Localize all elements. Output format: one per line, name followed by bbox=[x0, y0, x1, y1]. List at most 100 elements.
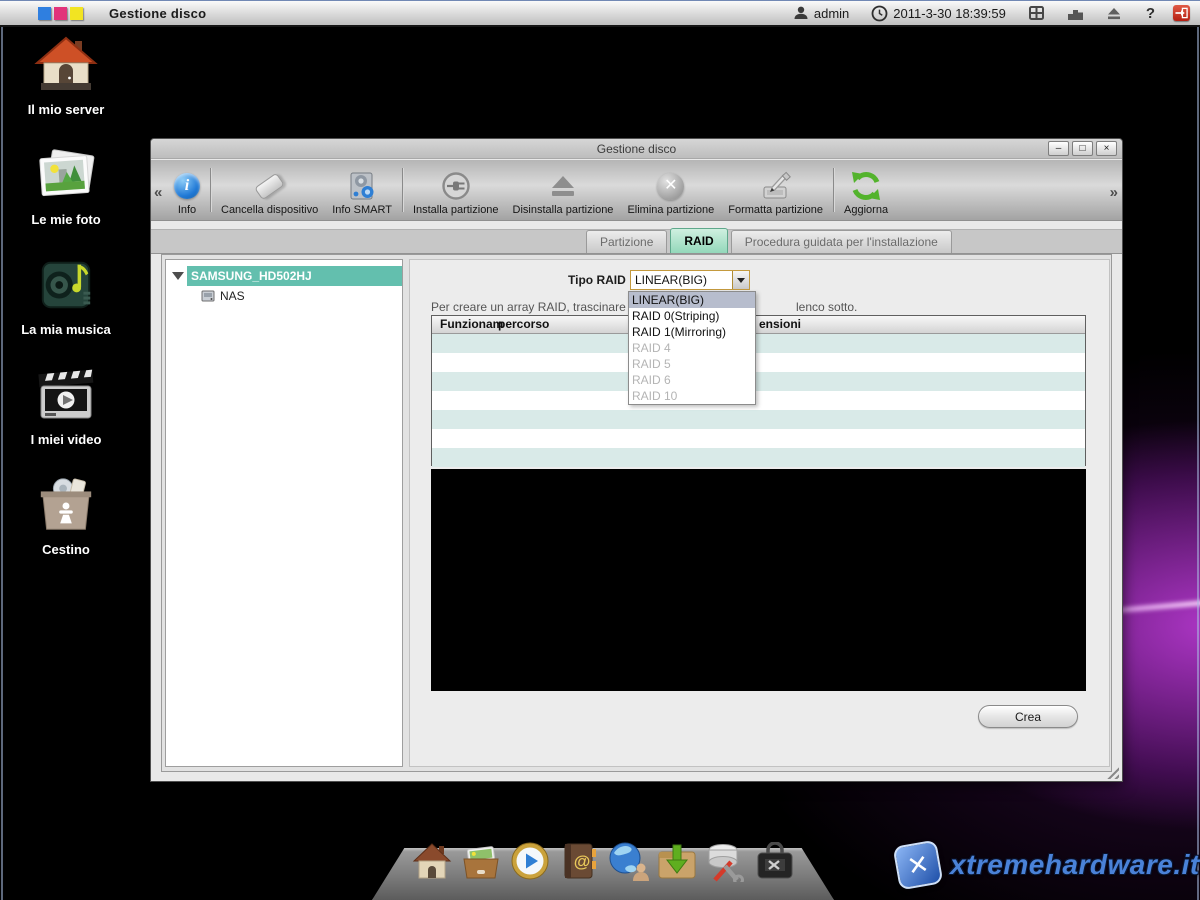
apps-grid-icon bbox=[1028, 5, 1045, 21]
table-row bbox=[432, 334, 1085, 353]
logout-icon bbox=[1175, 7, 1188, 19]
table-header-row: Funzionam percorso ensioni bbox=[432, 316, 1085, 334]
toolbar-button-info[interactable]: i Info bbox=[167, 163, 207, 217]
podium-icon bbox=[1067, 6, 1084, 21]
desktop-icon-my-server[interactable]: Il mio server bbox=[10, 30, 122, 140]
dock: @ bbox=[372, 848, 834, 900]
svg-text:@: @ bbox=[574, 852, 591, 871]
dropdown-option-linear-big[interactable]: LINEAR(BIG) bbox=[629, 292, 755, 308]
toolbar-separator bbox=[402, 168, 403, 212]
toolbar-button-info-smart[interactable]: Info SMART bbox=[325, 163, 399, 217]
dock-item-address-book[interactable]: @ bbox=[557, 838, 601, 882]
toolbar-button-elimina-partizione[interactable]: ✕ Elimina partizione bbox=[620, 163, 721, 217]
toolbar-button-disinstalla-partizione[interactable]: Disinstalla partizione bbox=[506, 163, 621, 217]
toolbar-button-formatta-partizione[interactable]: Formatta partizione bbox=[721, 163, 830, 217]
toolbar-button-installa-partizione[interactable]: Installa partizione bbox=[406, 163, 506, 217]
table-row bbox=[432, 448, 1085, 467]
toolbar: « » i Info Cancella dispositivo Info SMA… bbox=[151, 160, 1122, 221]
datetime: 2011-3-30 18:39:59 bbox=[893, 6, 1006, 21]
raid-type-select[interactable]: LINEAR(BIG) bbox=[630, 270, 750, 290]
desktop-icon-my-music[interactable]: La mia musica bbox=[10, 250, 122, 360]
dock-item-home[interactable] bbox=[410, 838, 454, 882]
create-button[interactable]: Crea bbox=[978, 705, 1078, 728]
dock-item-toolbox[interactable] bbox=[753, 838, 797, 882]
disk-utility-icon bbox=[705, 840, 747, 882]
minimize-button[interactable]: – bbox=[1048, 141, 1069, 156]
window-titlebar[interactable]: Gestione disco – □ × bbox=[151, 139, 1122, 159]
user-icon bbox=[793, 5, 809, 21]
raid-type-label: Tipo RAID bbox=[568, 273, 626, 287]
dropdown-option-raid0[interactable]: RAID 0(Striping) bbox=[629, 308, 755, 324]
download-folder-icon bbox=[656, 842, 698, 882]
desktop-icon-label: La mia musica bbox=[21, 322, 111, 337]
home-icon bbox=[411, 842, 453, 882]
dock-item-photo-box[interactable] bbox=[459, 838, 503, 882]
music-icon bbox=[33, 250, 99, 320]
device-tree-panel: SAMSUNG_HD502HJ NAS bbox=[165, 259, 403, 767]
help-button[interactable]: ? bbox=[1138, 5, 1163, 22]
desktop-icon-column: Il mio server Le mie foto La mia musica … bbox=[10, 30, 122, 580]
info-icon: i bbox=[174, 173, 200, 199]
raid-panel: Tipo RAID LINEAR(BIG) LINEAR(BIG) RAID 0… bbox=[409, 259, 1110, 767]
disk-icon bbox=[200, 288, 216, 304]
photos-icon bbox=[33, 140, 99, 210]
eraser-icon bbox=[254, 172, 285, 200]
maximize-button[interactable]: □ bbox=[1072, 141, 1093, 156]
trash-icon bbox=[33, 470, 99, 540]
desktop-icon-my-photos[interactable]: Le mie foto bbox=[10, 140, 122, 250]
desktop-icon-my-videos[interactable]: I miei video bbox=[10, 360, 122, 470]
screen-edge bbox=[1, 27, 3, 900]
format-pencil-icon bbox=[760, 168, 792, 204]
watermark: ✕ xtremehardware.it bbox=[896, 843, 1200, 887]
video-icon bbox=[33, 360, 99, 430]
close-button[interactable]: × bbox=[1096, 141, 1117, 156]
toolbar-scroll-left[interactable]: « bbox=[154, 184, 162, 201]
tree-expander-icon[interactable] bbox=[172, 272, 184, 280]
topbar-title: Gestione disco bbox=[109, 6, 206, 21]
username: admin bbox=[814, 6, 849, 21]
logo-square-magenta bbox=[54, 7, 67, 20]
toolbar-separator bbox=[833, 168, 834, 212]
raid-type-dropdown: LINEAR(BIG) RAID 0(Striping) RAID 1(Mirr… bbox=[628, 291, 756, 405]
desktop-icon-label: I miei video bbox=[31, 432, 102, 447]
dock-item-media-player[interactable] bbox=[508, 838, 552, 882]
content-frame: SAMSUNG_HD502HJ NAS Tipo RAID LINEAR(BIG… bbox=[161, 254, 1112, 772]
raid-hint-text: Per creare un array RAID, trascinare bbox=[431, 300, 626, 314]
column-header: Funzionam bbox=[440, 317, 503, 331]
tree-item-samsung-hd502hj[interactable]: SAMSUNG_HD502HJ bbox=[166, 265, 402, 286]
dropdown-option-raid1[interactable]: RAID 1(Mirroring) bbox=[629, 324, 755, 340]
disk-management-window: Gestione disco – □ × « » i Info Cancella… bbox=[150, 138, 1123, 782]
tab-strip: Partizione RAID Procedura guidata per l'… bbox=[151, 229, 1122, 254]
web-users-icon bbox=[606, 840, 650, 882]
toolbar-scroll-right[interactable]: » bbox=[1110, 184, 1118, 201]
desktop-icon-trash[interactable]: Cestino bbox=[10, 470, 122, 580]
tab-raid[interactable]: RAID bbox=[670, 228, 727, 253]
table-row bbox=[432, 353, 1085, 372]
dock-item-web-users[interactable] bbox=[606, 838, 650, 882]
toolbar-button-cancella-dispositivo[interactable]: Cancella dispositivo bbox=[214, 163, 325, 217]
address-book-icon: @ bbox=[558, 840, 600, 882]
eject-button[interactable] bbox=[1100, 6, 1128, 21]
select-arrow-button[interactable] bbox=[732, 271, 749, 289]
column-header: ensioni bbox=[759, 317, 801, 331]
raid-disk-table[interactable]: Funzionam percorso ensioni bbox=[431, 315, 1086, 466]
tab-partizione[interactable]: Partizione bbox=[586, 230, 667, 253]
toolbox-icon bbox=[754, 842, 796, 882]
logout-button[interactable] bbox=[1173, 5, 1190, 21]
apps-grid-button[interactable] bbox=[1022, 5, 1051, 21]
tab-procedura-guidata[interactable]: Procedura guidata per l'installazione bbox=[731, 230, 952, 253]
refresh-icon bbox=[850, 168, 882, 204]
desktop-icon-label: Le mie foto bbox=[31, 212, 100, 227]
podium-button[interactable] bbox=[1061, 6, 1090, 21]
toolbar-button-aggiorna[interactable]: Aggiorna bbox=[837, 163, 895, 217]
plug-circle-icon bbox=[440, 168, 472, 204]
smart-disk-icon bbox=[347, 168, 377, 204]
user-menu[interactable]: admin bbox=[787, 5, 855, 21]
watermark-x-badge: ✕ bbox=[893, 840, 944, 891]
dock-item-download-folder[interactable] bbox=[655, 838, 699, 882]
raid-type-value: LINEAR(BIG) bbox=[631, 273, 732, 287]
clock-icon bbox=[871, 5, 888, 22]
tree-item-nas[interactable]: NAS bbox=[166, 286, 402, 306]
raid-hint-text: lenco sotto. bbox=[796, 300, 857, 314]
dock-item-disk-utility[interactable] bbox=[704, 838, 748, 882]
